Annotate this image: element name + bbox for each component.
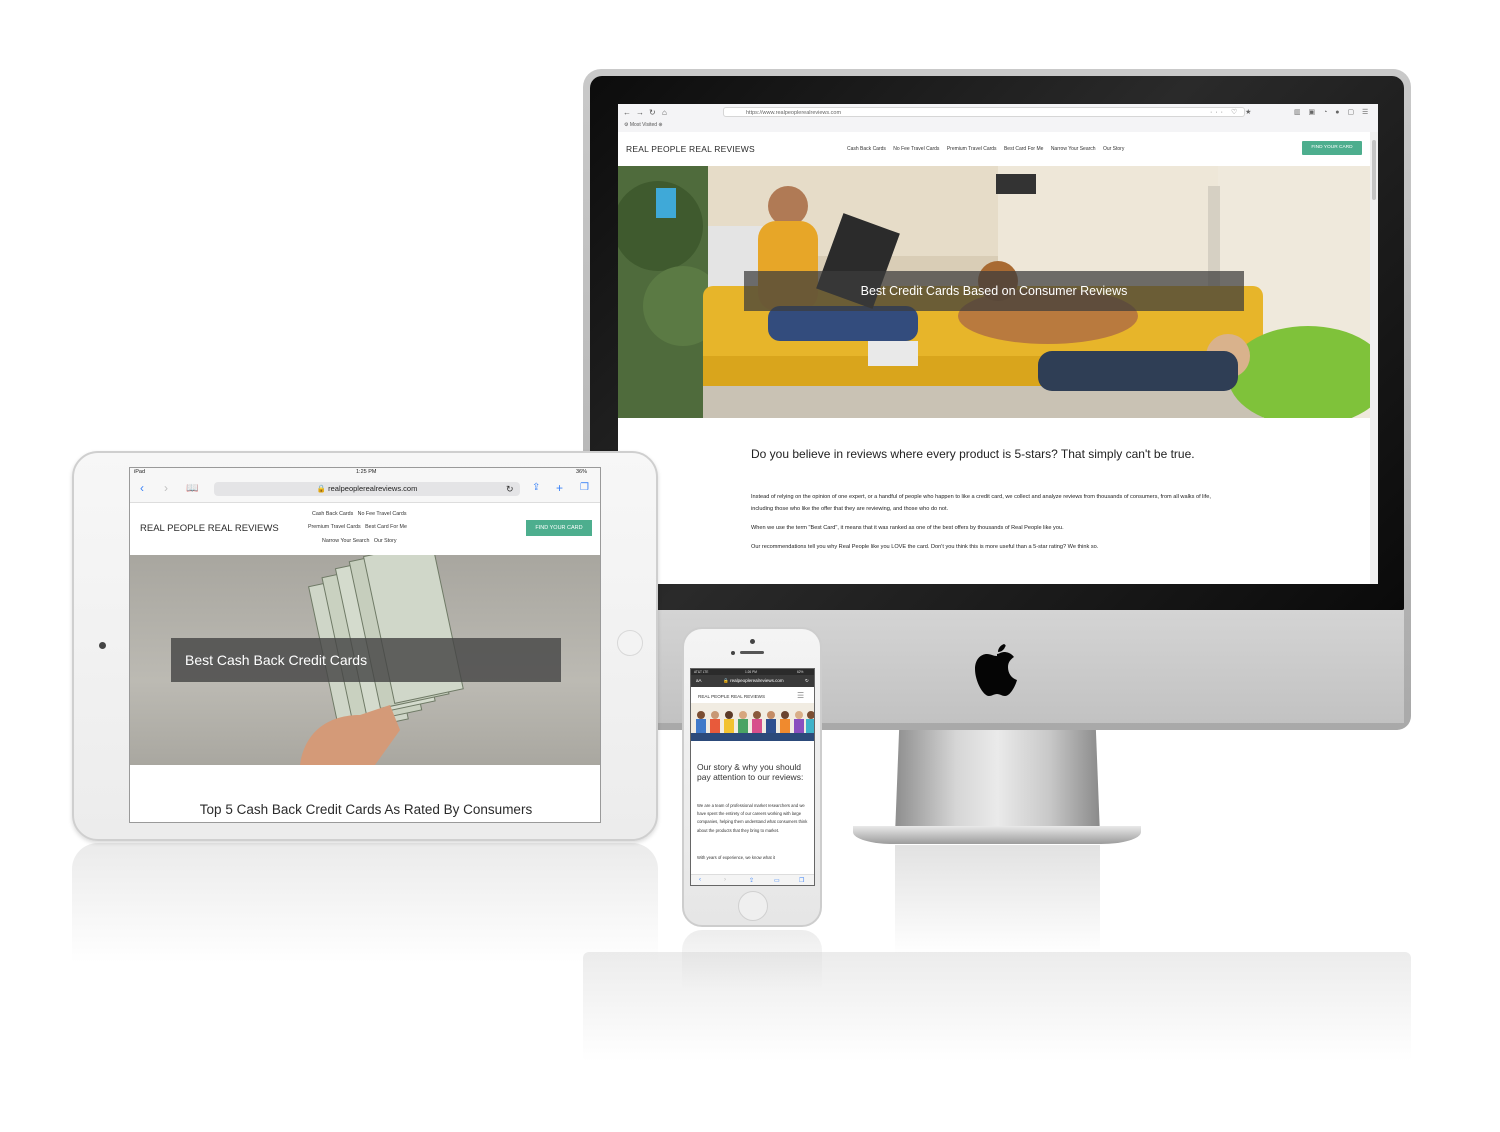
tabs-icon[interactable]: ❐ <box>799 877 804 884</box>
page-actions-icon[interactable]: ··· ♡ ★ <box>1210 108 1254 116</box>
nav-cash-back-cards[interactable]: Cash Back Cards <box>847 146 886 152</box>
imac-stand <box>895 730 1100 835</box>
content-paragraph-1: Instead of relying on the opinion of one… <box>751 494 1211 512</box>
site-logo[interactable]: REAL PEOPLE REAL REVIEWS <box>626 144 755 154</box>
bookmarks-icon[interactable]: ▭ <box>774 877 780 884</box>
reader-icon[interactable]: aA <box>696 675 702 687</box>
url-bar[interactable]: https://www.realpeoplerealreviews.com <box>723 107 1245 117</box>
tablet-browser-window: iPad 1:25 PM 36% ‹ › 📖 🔒 realpeoplerealr… <box>129 467 601 823</box>
content-heading: Do you believe in reviews where every pr… <box>751 447 1195 461</box>
reload-icon[interactable]: ↻ <box>649 108 656 117</box>
nav-cash-back-cards[interactable]: Cash Back Cards <box>312 511 353 517</box>
url-bar[interactable]: 🔒 realpeoplerealreviews.com <box>214 482 520 496</box>
share-icon[interactable]: ⇪ <box>532 482 540 493</box>
status-device: iPad <box>134 469 146 475</box>
phone-browser-window: AT&T LTE 1:26 PM 62% aA 🔒 realpeoplereal… <box>690 668 815 886</box>
back-icon[interactable]: ← <box>623 108 631 117</box>
ipad-reflection <box>72 843 658 963</box>
desktop-browser-window: ← → ↻ ⌂ https://www.realpeoplerealreview… <box>618 104 1378 584</box>
stand-reflection <box>895 845 1100 955</box>
ios-status-bar: iPad 1:25 PM 36% <box>130 468 600 478</box>
nav-narrow-your-search[interactable]: Narrow Your Search <box>1051 146 1096 152</box>
nav-best-card-for-me[interactable]: Best Card For Me <box>365 524 407 530</box>
nav-our-story[interactable]: Our Story <box>374 538 397 544</box>
site-logo[interactable]: REAL PEOPLE REAL REVIEWS <box>698 694 765 699</box>
back-icon[interactable]: ‹ <box>699 877 701 883</box>
nav-row-2: Premium Travel Cards Best Card For Me <box>308 524 407 530</box>
bookmark-most-visited[interactable]: ⚙ Most Visited ⊕ <box>624 122 663 128</box>
imac-foot <box>853 826 1141 844</box>
nav-premium-travel-cards[interactable]: Premium Travel Cards <box>308 524 361 530</box>
back-icon[interactable]: ‹ <box>140 481 144 495</box>
content-paragraph-2: When we use the term "Best Card", it mea… <box>751 525 1064 531</box>
hamburger-menu-icon[interactable]: ☰ <box>797 691 804 700</box>
scrollbar-thumb[interactable] <box>1372 140 1376 200</box>
find-your-card-button[interactable]: FIND YOUR CARD <box>1302 141 1362 155</box>
nav-no-fee-travel-cards[interactable]: No Fee Travel Cards <box>358 511 407 517</box>
hero-title: Best Cash Back Credit Cards <box>171 638 561 682</box>
share-icon[interactable]: ⇪ <box>749 877 754 884</box>
site-logo[interactable]: REAL PEOPLE REAL REVIEWS <box>140 523 279 534</box>
iphone-sensor <box>731 651 735 655</box>
iphone-speaker <box>740 651 764 654</box>
iphone-camera <box>750 639 755 644</box>
hero-title: Best Credit Cards Based on Consumer Revi… <box>744 271 1244 311</box>
content-heading: Top 5 Cash Back Credit Cards As Rated By… <box>199 802 533 817</box>
site-nav: Cash Back Cards No Fee Travel Cards Prem… <box>847 146 1130 152</box>
home-icon[interactable]: ⌂ <box>662 108 667 117</box>
content-paragraph-3: Our recommendations tell you why Real Pe… <box>751 544 1099 550</box>
iphone-home-button[interactable] <box>738 891 768 921</box>
url-bar[interactable]: aA 🔒 realpeoplerealreviews.com ↻ <box>691 675 814 687</box>
tabs-icon[interactable]: ❐ <box>580 482 589 493</box>
content-heading: Our story & why you should pay attention… <box>697 762 804 782</box>
reload-icon[interactable]: ↻ <box>805 675 809 687</box>
toolbar-icons[interactable]: ▥ ▣ ◔ ● ▢ ☰ <box>1294 108 1371 116</box>
forward-icon[interactable]: › <box>724 877 726 883</box>
new-tab-icon[interactable]: + <box>556 481 563 495</box>
ipad-camera <box>99 642 106 649</box>
safari-bottom-toolbar: ‹ › ⇪ ▭ ❐ <box>691 874 814 885</box>
apple-logo-icon <box>975 644 1017 696</box>
phone-reflection <box>682 930 822 990</box>
team-photo <box>691 703 814 741</box>
content-paragraph-2: With years of experience, we know what i… <box>697 855 775 860</box>
content-paragraph: We are a team of professional market res… <box>697 803 808 833</box>
nav-premium-travel-cards[interactable]: Premium Travel Cards <box>947 146 997 152</box>
reload-icon[interactable]: ↻ <box>506 484 514 495</box>
forward-icon[interactable]: › <box>164 481 168 495</box>
nav-no-fee-travel-cards[interactable]: No Fee Travel Cards <box>893 146 939 152</box>
ipad-home-button[interactable] <box>617 630 643 656</box>
nav-best-card-for-me[interactable]: Best Card For Me <box>1004 146 1043 152</box>
status-time: 1:25 PM <box>356 469 377 475</box>
find-your-card-button[interactable]: FIND YOUR CARD <box>526 520 592 536</box>
nav-narrow-your-search[interactable]: Narrow Your Search <box>322 538 369 544</box>
nav-our-story[interactable]: Our Story <box>1103 146 1124 152</box>
bookmarks-icon[interactable]: 📖 <box>186 483 198 494</box>
status-battery: 36% <box>576 469 588 475</box>
nav-row-3: Narrow Your Search Our Story <box>322 538 397 544</box>
nav-row-1: Cash Back Cards No Fee Travel Cards <box>312 511 407 517</box>
forward-icon[interactable]: → <box>636 108 644 117</box>
